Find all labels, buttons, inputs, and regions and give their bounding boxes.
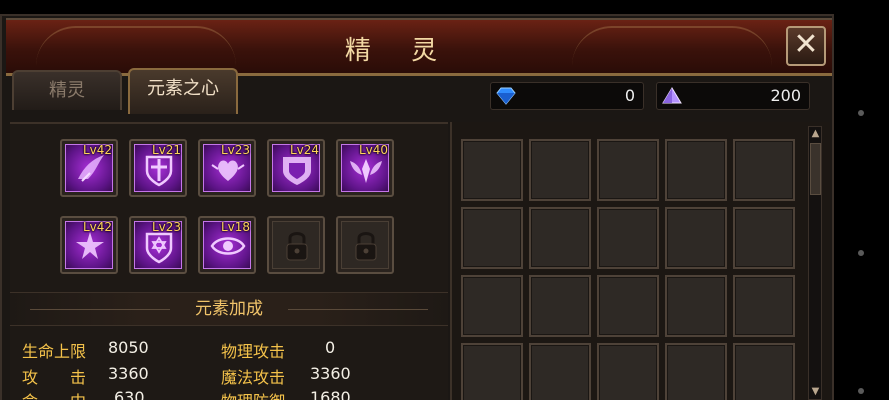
inventory-slot[interactable] [529,207,591,269]
stat-label: 生命上限 [22,342,87,361]
diamond-currency: 0 [490,82,644,110]
scroll-down-arrow[interactable]: ▼ [810,386,821,398]
slot-level: Lv42 [82,143,112,157]
stat-value: 8050 [108,338,149,357]
element-bonus-header: 元素加成 [10,292,448,326]
stat-value: 0 [325,338,336,357]
inventory-slot[interactable] [529,139,591,201]
slot-level: Lv23 [220,143,250,157]
side-dot [858,250,864,256]
scroll-up-arrow[interactable]: ▲ [810,128,821,140]
inventory-slot[interactable] [733,139,795,201]
stat-value: 630 [114,388,145,400]
element-slot[interactable]: Lv18 [198,216,256,274]
inventory-slot[interactable] [665,139,727,201]
slot-level: Lv24 [289,143,319,157]
header-divider-left [30,309,170,310]
inventory-slot[interactable] [665,207,727,269]
header-divider-right [288,309,428,310]
inventory-slot[interactable] [597,343,659,400]
stat-value: 1680 [310,388,351,400]
stat-label: 命 中 [22,388,86,400]
side-dot [858,110,864,116]
crystal-icon [662,87,682,104]
stat-label: 物理攻击 [221,342,286,361]
tab-spirit[interactable]: 精灵 [12,70,122,110]
slot-level: Lv18 [220,220,250,234]
slot-level: Lv21 [151,143,181,157]
inventory-slot[interactable] [461,275,523,337]
inventory-slot[interactable] [597,139,659,201]
inventory-slot[interactable] [597,275,659,337]
element-slot[interactable]: Lv40 [336,139,394,197]
inventory-slot[interactable] [665,343,727,400]
element-slot[interactable]: Lv23 [129,216,187,274]
inventory-slot[interactable] [665,275,727,337]
crystal-currency: 200 [656,82,810,110]
inventory-scrollbar[interactable]: ▲ ▼ [808,126,822,400]
stat-value: 3360 [310,364,351,383]
locked-slot[interactable] [267,216,325,274]
slot-level: Lv42 [82,220,112,234]
inventory-slot[interactable] [461,139,523,201]
diamond-amount: 0 [624,86,635,105]
stat-label: 魔法攻击 [221,368,286,387]
inventory-slot[interactable] [733,275,795,337]
stat-label: 攻 击 [22,368,87,387]
inventory-slot[interactable] [461,207,523,269]
inventory-slot[interactable] [733,343,795,400]
element-slot[interactable]: Lv42 [60,216,118,274]
inventory-slot[interactable] [597,207,659,269]
scroll-thumb[interactable] [810,143,821,195]
close-button[interactable]: ✕ [786,26,826,66]
stat-label: 物理防御 [221,388,285,400]
element-slot[interactable]: Lv23 [198,139,256,197]
element-slot[interactable]: Lv24 [267,139,325,197]
crystal-amount: 200 [770,86,801,105]
tab-element-heart[interactable]: 元素之心 [128,68,238,114]
inventory-slot[interactable] [529,275,591,337]
window-title: 精 灵 [344,36,454,66]
element-slot[interactable]: Lv21 [129,139,187,197]
slot-level: Lv23 [151,220,181,234]
lock-icon [355,232,377,261]
diamond-icon [496,87,516,105]
locked-slot[interactable] [336,216,394,274]
inventory-slot[interactable] [733,207,795,269]
stat-value: 3360 [108,364,149,383]
lock-icon [286,232,308,261]
element-slot[interactable]: Lv42 [60,139,118,197]
slot-level: Lv40 [358,143,388,157]
side-dot [858,388,864,394]
inventory-slot[interactable] [461,343,523,400]
inventory-slot[interactable] [529,343,591,400]
title-bar: 精 灵 ✕ [6,18,832,76]
element-bonus-title: 元素加成 [195,299,263,319]
